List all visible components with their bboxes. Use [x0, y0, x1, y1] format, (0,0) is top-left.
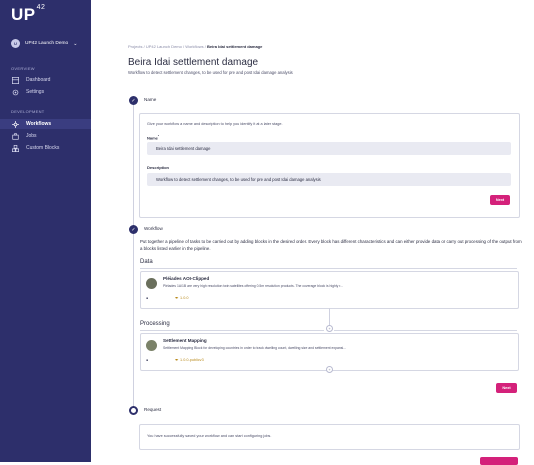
divider	[334, 330, 517, 331]
step-request-label: Request	[144, 407, 162, 412]
data-section-heading: Data	[140, 259, 153, 265]
block-description: Pléiades 1A/1B are very high resolution …	[163, 284, 344, 288]
breadcrumb: Projects / UP42 Launch Demo / Workflows …	[128, 44, 263, 49]
block-description: Settlement Mapping Block for developing …	[163, 346, 347, 350]
dashboard-icon	[12, 76, 19, 84]
workflow-description: Put together a pipeline of tasks to be c…	[140, 239, 522, 251]
machine-icon: ▪	[146, 296, 149, 302]
chevron-down-icon: ⌄	[73, 40, 78, 47]
block-name: Pléiades AOI-Clipped	[163, 276, 210, 281]
workflow-name-input[interactable]: Beira Idai settlement damage	[147, 142, 511, 155]
block-connector-line	[329, 308, 330, 326]
main-content: Projects / UP42 Launch Demo / Workflows …	[91, 0, 534, 465]
name-field-label: Name*	[147, 134, 160, 141]
sidebar-item-settings[interactable]: Settings	[0, 87, 91, 97]
tag-icon: ⌯	[175, 296, 179, 300]
block-image	[146, 340, 157, 351]
block-version: ⌯ 1.0.0-publicv3	[175, 358, 204, 362]
section-overview-label: OVERVIEW	[11, 66, 35, 71]
sidebar-item-dashboard[interactable]: Dashboard	[0, 75, 91, 85]
workflows-icon	[12, 120, 19, 128]
project-selector[interactable]: U UP42 Launch Demo ⌄	[11, 39, 77, 48]
blocks-icon	[12, 144, 19, 152]
sidebar-item-custom-blocks[interactable]: Custom Blocks	[0, 143, 91, 153]
project-name: UP42 Launch Demo	[25, 41, 69, 46]
settings-icon	[12, 89, 19, 96]
sidebar-item-workflows[interactable]: Workflows	[0, 119, 91, 129]
stepper-line	[133, 100, 134, 410]
up42-logo[interactable]: UP42	[11, 4, 45, 25]
section-development-label: DEVELOPMENT	[11, 109, 45, 114]
description-field-label: Description	[147, 165, 170, 170]
add-block-icon[interactable]: +	[326, 325, 333, 332]
step-name-label: Name	[144, 97, 157, 102]
breadcrumb-projects[interactable]: Projects	[128, 44, 142, 49]
block-name: Settlement Mapping	[163, 338, 207, 343]
breadcrumb-workflows[interactable]: Workflows	[185, 44, 203, 49]
name-next-button[interactable]: Next	[490, 195, 510, 205]
page-subtitle: Workflow to detect settlement changes, t…	[128, 70, 293, 75]
block-version: ⌯ 1.0.0	[175, 296, 189, 300]
data-block-card[interactable]: Pléiades AOI-Clipped Pléiades 1A/1B are …	[140, 271, 519, 309]
project-avatar: U	[11, 39, 20, 48]
divider	[140, 330, 324, 331]
divider	[140, 268, 517, 269]
request-action-button[interactable]	[480, 457, 518, 465]
tag-icon: ⌯	[175, 358, 179, 362]
request-message: You have successfully saved your workflo…	[147, 434, 272, 438]
workflow-next-button[interactable]: Next	[496, 383, 517, 393]
jobs-icon	[12, 132, 19, 140]
sidebar: UP42 U UP42 Launch Demo ⌄ OVERVIEW Dashb…	[0, 0, 91, 462]
name-hint: Give your workflow a name and descriptio…	[147, 122, 283, 126]
workflow-description-input[interactable]: Workflow to detect settlement changes, t…	[147, 173, 511, 186]
step-workflow-label: Workflow	[144, 226, 163, 231]
step-done-icon: ✓	[129, 96, 138, 105]
page-title: Beira Idai settlement damage	[128, 57, 259, 68]
sidebar-item-jobs[interactable]: Jobs	[0, 131, 91, 141]
block-image	[146, 278, 157, 289]
step-done-icon: ✓	[129, 225, 138, 234]
step-current-icon	[129, 406, 138, 415]
machine-icon: ▪	[146, 358, 149, 364]
breadcrumb-current: Beira Idai settlement damage	[206, 44, 263, 49]
processing-section-heading: Processing	[140, 321, 170, 327]
add-block-icon[interactable]: +	[326, 366, 333, 373]
request-card: You have successfully saved your workflo…	[139, 424, 520, 450]
name-card: Give your workflow a name and descriptio…	[139, 113, 520, 218]
breadcrumb-project[interactable]: UP42 Launch Demo	[146, 44, 182, 49]
